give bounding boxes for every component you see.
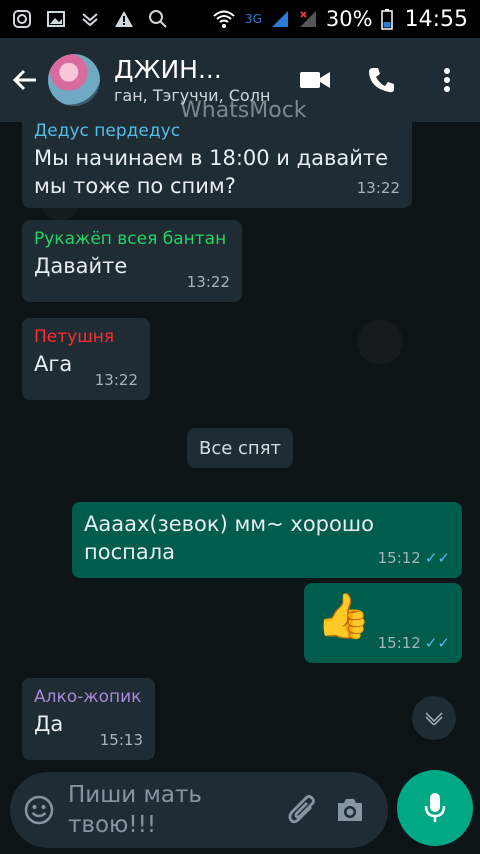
read-ticks-icon: ✓✓ xyxy=(424,549,450,567)
instagram-icon xyxy=(13,10,31,28)
message-list[interactable]: Дедус пердедус Мы начинаем в 18:00 и дав… xyxy=(0,122,480,772)
message-bubble[interactable]: Алко-жопик Да 15:13 xyxy=(22,678,155,760)
signal-icon xyxy=(271,11,288,27)
battery-icon xyxy=(380,9,393,30)
more-vertical-icon xyxy=(444,68,450,92)
message-sender: Алко-жопик xyxy=(34,687,142,707)
message-text: Мы начинаем в 18:00 и давайте мы тоже по… xyxy=(34,146,389,198)
signal-off-icon xyxy=(299,11,316,27)
message-bubble[interactable]: Петушня Ага 13:22 xyxy=(22,318,150,400)
system-message: Все спят xyxy=(187,428,293,468)
microphone-icon xyxy=(424,793,446,822)
message-sender: Дедус пердедус xyxy=(34,122,181,141)
emoji-icon xyxy=(24,795,54,825)
message-bubble[interactable]: Ааaax(зевок) мм~ хорошо поспала 15:12 ✓✓ xyxy=(72,502,462,578)
vk-icon xyxy=(82,13,98,27)
battery-percent: 30% xyxy=(325,7,373,31)
message-bubble[interactable]: Рукажёп всея бантан Давайте 13:22 xyxy=(22,220,242,302)
message-time: 15:12 xyxy=(377,549,421,567)
message-input[interactable]: Пиши мать твою!!! xyxy=(68,780,278,840)
wifi-icon xyxy=(213,10,235,28)
network-type: 3G xyxy=(244,12,262,26)
message-sender: Рукажёп всея бантан xyxy=(34,229,227,249)
message-time: 13:22 xyxy=(94,371,138,389)
back-button[interactable] xyxy=(0,38,50,122)
scroll-down-button[interactable] xyxy=(412,696,456,740)
menu-button[interactable] xyxy=(414,38,480,122)
group-avatar[interactable] xyxy=(48,54,100,106)
watermark: WhatsMock xyxy=(180,98,307,123)
message-time: 13:22 xyxy=(356,179,400,197)
read-ticks-icon: ✓✓ xyxy=(424,634,450,652)
emoji-button[interactable] xyxy=(10,772,68,848)
search-icon xyxy=(149,10,167,28)
paperclip-icon xyxy=(288,795,315,824)
chevron-down-icon xyxy=(425,712,443,725)
message-bubble[interactable]: Дедус пердедус Мы начинаем в 18:00 и дав… xyxy=(22,122,412,208)
voice-call-button[interactable] xyxy=(348,38,414,122)
status-bar: 3G 30% 14:55 xyxy=(0,0,480,38)
gallery-icon xyxy=(47,11,65,27)
message-sender: Петушня xyxy=(34,327,115,347)
message-composer: Пиши мать твою!!! xyxy=(10,772,388,848)
clock: 14:55 xyxy=(404,6,468,32)
message-time: 15:12 xyxy=(377,634,421,652)
voice-record-button[interactable] xyxy=(397,770,473,846)
message-time: 13:22 xyxy=(186,273,230,291)
camera-button[interactable] xyxy=(326,772,374,848)
warning-icon xyxy=(115,11,133,27)
message-time: 15:13 xyxy=(99,731,143,749)
phone-icon xyxy=(369,68,394,93)
back-arrow-icon xyxy=(12,69,36,91)
camera-icon xyxy=(338,799,362,821)
chat-title: ДЖИН... xyxy=(114,55,222,84)
message-bubble[interactable]: 👍 15:12 ✓✓ xyxy=(304,583,462,663)
video-camera-icon xyxy=(300,72,330,88)
attach-button[interactable] xyxy=(278,772,326,848)
